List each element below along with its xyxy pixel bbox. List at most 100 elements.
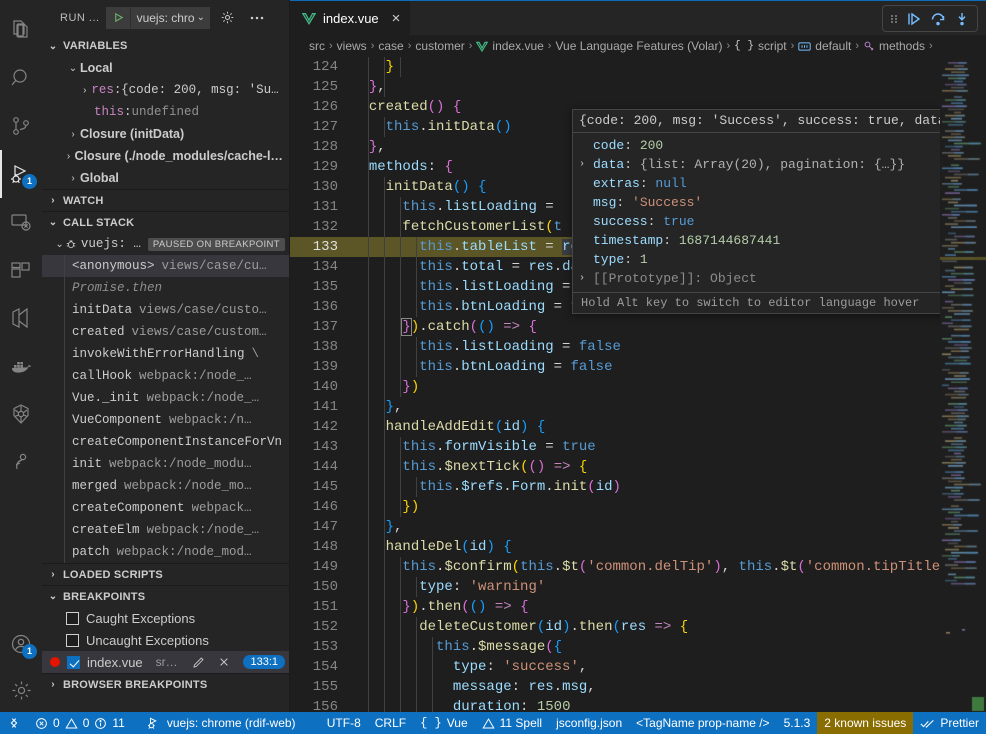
debug-session-row[interactable]: ⌄ vuejs: … PAUSED ON BREAKPOINT [42,233,289,255]
search-icon[interactable] [0,54,42,102]
breadcrumb-item-default[interactable]: default [798,39,851,53]
breadcrumb-item-methods[interactable]: methods [863,39,925,53]
breakpoint-uncaught-exceptions[interactable]: Uncaught Exceptions [42,629,289,651]
breadcrumb-item-script[interactable]: { } script [734,39,786,53]
stack-frame-anonymous[interactable]: <anonymous> views/case/cu… [42,255,289,277]
minimap[interactable] [940,57,986,712]
breakpoints-section-header[interactable]: ⌄ BREAKPOINTS [42,585,289,607]
known-issues[interactable]: 2 known issues [817,712,914,734]
language-mode[interactable]: { } Vue [413,712,475,734]
code-line[interactable]: 149 this.$confirm(this.$t('common.delTip… [290,557,940,577]
stack-frame-vue-init[interactable]: Vue._init webpack:/node_… [42,387,289,409]
jsconfig[interactable]: jsconfig.json [549,712,629,734]
code-line[interactable]: 153 this.$message({ [290,637,940,657]
tab-index-vue[interactable]: index.vue × [290,1,412,36]
breadcrumb-item-src[interactable]: src [309,39,325,53]
code-line[interactable]: 125 }, [290,77,940,97]
breakpoint-index-vue[interactable]: index.vue src\v… 133:1 [42,651,289,673]
stack-frame-init[interactable]: init webpack:/node_modu… [42,453,289,475]
drag-handle-icon[interactable] [887,12,901,26]
stack-frame-initdata[interactable]: initData views/case/custo… [42,299,289,321]
code-line[interactable]: 146 }) [290,497,940,517]
version[interactable]: 5.1.3 [777,712,818,734]
checkbox[interactable] [66,611,79,625]
kubernetes-icon[interactable] [0,390,42,438]
continue-icon[interactable] [903,8,925,30]
variables-scope-global[interactable]: › Global [42,167,289,189]
stack-frame-promise-then[interactable]: Promise.then [42,277,289,299]
stack-frame-invokewitherrorhandling[interactable]: invokeWithErrorHandling \ [42,343,289,365]
code-line[interactable]: 145 this.$refs.Form.init(id) [290,477,940,497]
stack-frame-patch[interactable]: patch webpack:/node_mod… [42,541,289,563]
accounts-icon[interactable]: 1 [0,620,42,668]
breakpoint-caught-exceptions[interactable]: Caught Exceptions [42,607,289,629]
watch-section-header[interactable]: › WATCH [42,189,289,211]
hover-row-type[interactable]: type: 1 [573,250,940,269]
problems[interactable]: 0 0 11 [28,712,132,734]
stack-frame-createelm[interactable]: createElm webpack:/node_… [42,519,289,541]
code-line[interactable]: 144 this.$nextTick(() => { [290,457,940,477]
debug-value-hover[interactable]: {code: 200, msg: 'Success', success: tru… [572,109,940,314]
code-line[interactable]: 150 type: 'warning' [290,577,940,597]
stack-frame-callhook[interactable]: callHook webpack:/node_… [42,365,289,387]
code-line[interactable]: 124 } [290,57,940,77]
code-scroller[interactable]: 124 } 125 }, 126 created() { 127 this.in… [290,57,940,712]
breadcrumb-item-views[interactable]: views [337,39,367,53]
checkbox[interactable] [66,633,79,647]
browser-breakpoints-section-header[interactable]: › BROWSER BREAKPOINTS [42,673,289,695]
stack-frame-vuecomponent[interactable]: VueComponent webpack:/n… [42,409,289,431]
breadcrumb-item-case[interactable]: case [378,39,403,53]
explorer-icon[interactable] [0,6,42,54]
code-line[interactable]: 143 this.formVisible = true [290,437,940,457]
settings-gear-icon[interactable] [0,668,42,712]
remote-indicator[interactable] [0,712,28,734]
eol[interactable]: CRLF [368,712,413,734]
start-debugging-icon[interactable] [107,7,131,28]
close-icon[interactable]: × [392,11,401,26]
code-line[interactable]: 156 duration: 1500 [290,697,940,712]
hover-row-msg[interactable]: msg: 'Success' [573,193,940,212]
chevron-right-icon[interactable]: › [579,273,593,284]
tag-name[interactable]: <TagName prop-name /> [629,712,776,734]
stack-frame-merged[interactable]: merged webpack:/node_mo… [42,475,289,497]
test-icon[interactable] [0,438,42,486]
loaded-scripts-section-header[interactable]: › LOADED SCRIPTS [42,563,289,585]
stack-frame-createcomponentinstanceforvnode[interactable]: createComponentInstanceForVn [42,431,289,453]
chevron-right-icon[interactable]: › [78,85,91,96]
breadcrumb-item-customer[interactable]: customer [415,39,464,53]
variables-scope-closure-cacheloader[interactable]: › Closure (./node_modules/cache-loader/… [42,145,289,167]
code-line[interactable]: 137 }).catch(() => { [290,317,940,337]
variables-section-header[interactable]: ⌄ VARIABLES [42,35,289,57]
edit-pencil-icon[interactable] [192,656,205,669]
code-line[interactable]: 148 handleDel(id) { [290,537,940,557]
hover-row-data[interactable]: › data: {list: Array(20), pagination: {…… [573,155,940,174]
code-line[interactable]: 139 this.btnLoading = false [290,357,940,377]
step-into-icon[interactable] [951,8,973,30]
callstack-section-header[interactable]: ⌄ CALL STACK [42,211,289,233]
extensions-icon[interactable] [0,246,42,294]
variables-scope-closure-initdata[interactable]: › Closure (initData) [42,123,289,145]
spell-checker[interactable]: 11 Spell [475,712,549,734]
hover-row-prototype[interactable]: › [[Prototype]]: Object [573,269,940,288]
prettier[interactable]: Prettier [913,712,986,734]
launch-configuration-select[interactable]: vuejs: chro ⌄ [105,6,210,29]
code-line[interactable]: 141 }, [290,397,940,417]
step-over-icon[interactable] [927,8,949,30]
stack-frame-created[interactable]: created views/case/custom… [42,321,289,343]
checkbox[interactable] [67,655,80,669]
debug-session-status[interactable]: vuejs: chrome (rdif-web) [140,712,303,734]
azure-icon[interactable] [0,294,42,342]
code-line[interactable]: 151 }).then(() => { [290,597,940,617]
source-control-icon[interactable] [0,102,42,150]
code-line[interactable]: 147 }, [290,517,940,537]
code-line[interactable]: 138 this.listLoading = false [290,337,940,357]
hover-row-code[interactable]: code: 200 [573,136,940,155]
code-line[interactable]: 140 }) [290,377,940,397]
hover-row-extras[interactable]: extras: null [573,174,940,193]
run-and-debug-icon[interactable]: 1 [0,150,42,198]
code-line[interactable]: 155 message: res.msg, [290,677,940,697]
variables-scope-local[interactable]: ⌄ Local [42,57,289,79]
open-launch-json-gear-icon[interactable] [216,10,239,25]
stack-frame-createcomponent[interactable]: createComponent webpack… [42,497,289,519]
code-line[interactable]: 154 type: 'success', [290,657,940,677]
